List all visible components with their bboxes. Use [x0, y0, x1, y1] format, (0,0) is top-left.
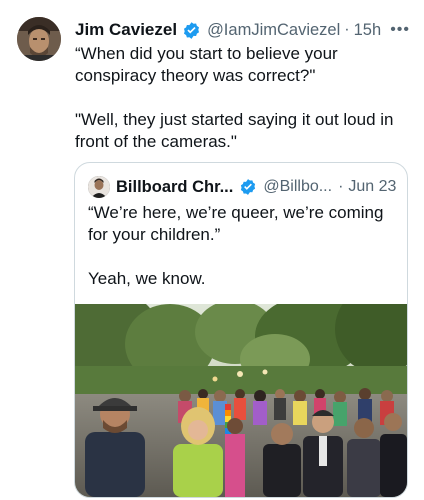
more-horizontal-icon[interactable]: ••• [390, 21, 410, 39]
tweet-text-paragraph-2: "Well, they just started saying it out l… [75, 110, 394, 151]
parade-crowd-image [75, 304, 407, 497]
author-avatar[interactable] [17, 17, 61, 61]
quoted-author-name[interactable]: Billboard Chr... [116, 178, 233, 197]
quoted-tweet-timestamp[interactable]: Jun 23 [348, 178, 396, 196]
separator-dot: · [338, 178, 344, 195]
quoted-tweet-text: “We’re here, we’re queer, we’re coming f… [88, 202, 398, 290]
quoted-text-paragraph-1: “We’re here, we’re queer, we’re coming f… [88, 203, 384, 244]
tweet-timestamp[interactable]: 15h [354, 21, 382, 40]
quoted-text-paragraph-2: Yeah, we know. [88, 269, 206, 288]
tweet-text-paragraph-1: “When did you start to believe your cons… [75, 44, 338, 85]
quoted-tweet-video[interactable] [75, 304, 407, 497]
separator-dot: · [344, 21, 350, 38]
author-name[interactable]: Jim Caviezel [75, 20, 177, 40]
quoted-tweet-card[interactable]: Billboard Chr... @Billbo... · Jun 23 “We… [74, 162, 408, 498]
quoted-tweet-header: Billboard Chr... @Billbo... · Jun 23 [88, 175, 397, 199]
author-handle[interactable]: @IamJimCaviezel [207, 21, 340, 40]
verified-badge-icon [239, 178, 257, 196]
tweet-header: Jim Caviezel @IamJimCaviezel · 15h ••• [75, 18, 410, 42]
tweet-text: “When did you start to believe your cons… [75, 43, 415, 153]
verified-badge-icon [182, 21, 201, 40]
quoted-author-avatar[interactable] [88, 176, 110, 198]
quoted-author-handle[interactable]: @Billbo... [263, 178, 332, 196]
